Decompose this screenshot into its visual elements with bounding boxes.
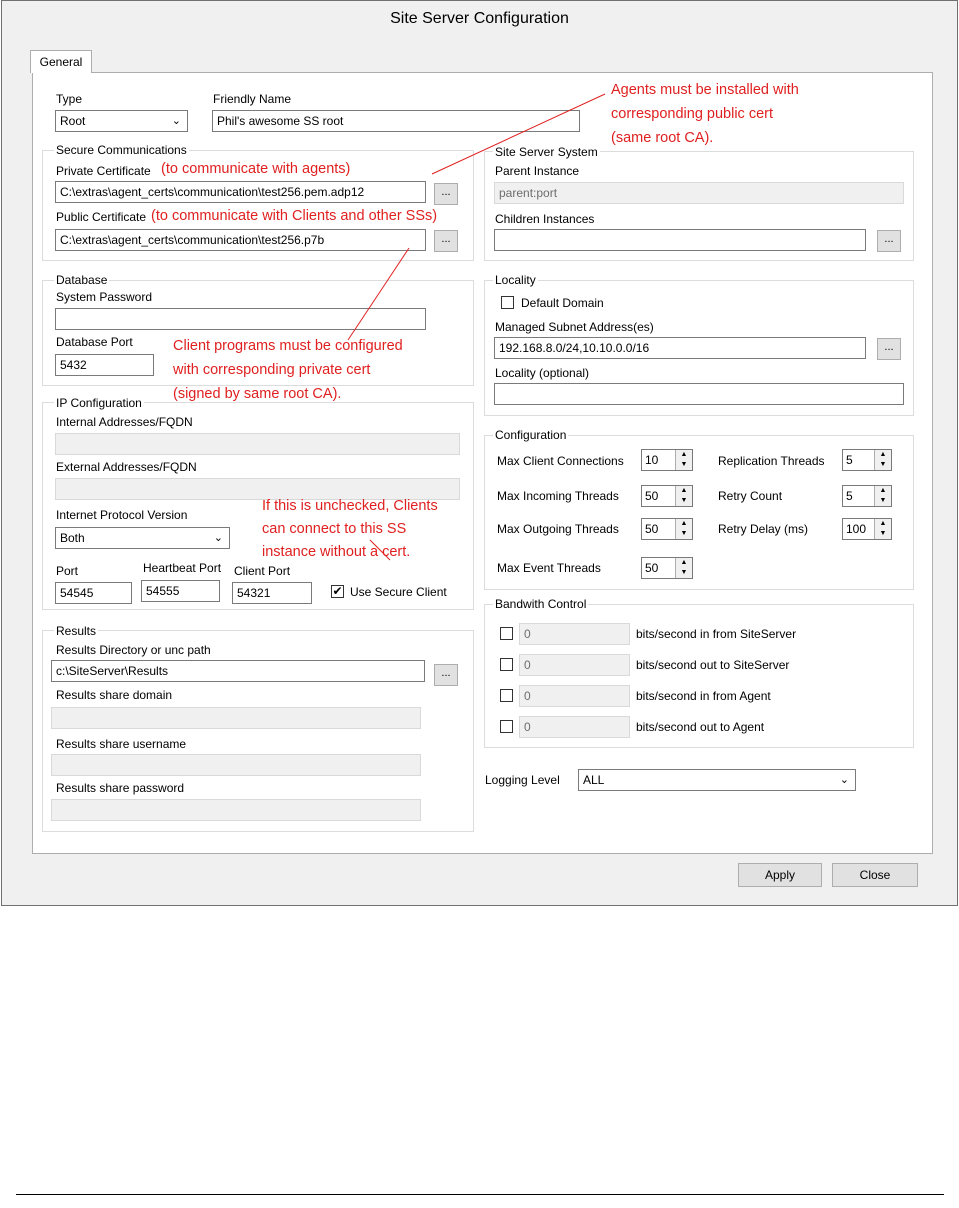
annotation-lines <box>347 93 606 561</box>
annotation-client-line2: with corresponding private cert <box>173 362 371 378</box>
annotation-client-line3: (signed by same root CA). <box>173 386 342 402</box>
annotation-agents-line2: corresponding public cert <box>611 106 774 122</box>
annotation-unchecked-line1: If this is unchecked, Clients <box>262 498 438 514</box>
annotation-public-note: (to communicate with Clients and other S… <box>151 207 438 225</box>
annotation-line-agents <box>431 93 606 175</box>
annotation-unchecked-line2: can connect to this SS <box>262 521 407 537</box>
annotation-line-client <box>347 247 410 341</box>
tab-general[interactable]: General <box>30 50 92 73</box>
annotation-agents-line3: (same root CA). <box>611 130 714 146</box>
annotation-private-note: (to communicate with agents) <box>161 160 351 178</box>
annotation-unchecked-line3: instance without a cert. <box>262 544 411 560</box>
annotation-client-line1: Client programs must be configured <box>173 338 403 354</box>
page-bottom-rule <box>16 1194 944 1195</box>
annotation-agents-line1: Agents must be installed with <box>611 82 799 98</box>
